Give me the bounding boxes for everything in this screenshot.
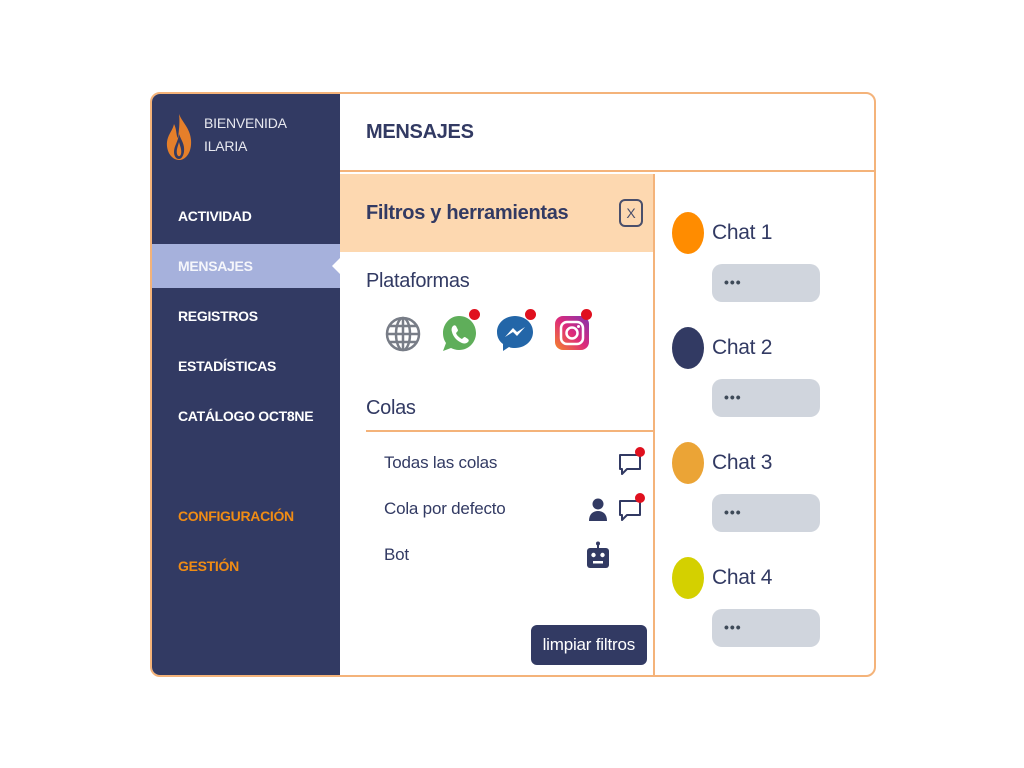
instagram-notification-badge xyxy=(581,309,592,320)
platforms-title: Plataformas xyxy=(366,270,470,292)
chat-item[interactable]: Chat 1 ••• xyxy=(672,212,852,312)
sidebar-item-estadisticas[interactable]: ESTADÍSTICAS xyxy=(152,344,340,388)
sidebar-item-catalogo[interactable]: CATÁLOGO OCT8NE xyxy=(152,394,340,438)
chat-name: Chat 4 xyxy=(712,566,773,589)
chat-list: Chat 1 ••• Chat 2 ••• Chat 3 ••• Chat 4 … xyxy=(655,174,874,675)
sidebar-item-mensajes[interactable]: MENSAJES xyxy=(152,244,340,288)
app-window: BIENVENIDA ILARIA ACTIVIDAD MENSAJES REG… xyxy=(150,92,876,677)
queues-title: Colas xyxy=(366,397,653,432)
sidebar-nav: ACTIVIDAD MENSAJES REGISTROS ESTADÍSTICA… xyxy=(152,194,340,594)
chat-avatar xyxy=(672,327,704,369)
sidebar-item-actividad[interactable]: ACTIVIDAD xyxy=(152,194,340,238)
brand: BIENVENIDA ILARIA xyxy=(164,112,287,162)
chat-avatar xyxy=(672,442,704,484)
queue-label: Bot xyxy=(384,545,409,564)
sidebar: BIENVENIDA ILARIA ACTIVIDAD MENSAJES REG… xyxy=(152,94,340,675)
queue-notification-badge xyxy=(635,493,645,503)
chat-preview: ••• xyxy=(712,494,820,532)
chat-preview: ••• xyxy=(712,609,820,647)
chat-preview: ••• xyxy=(712,379,820,417)
chat-avatar xyxy=(672,557,704,599)
platform-whatsapp[interactable] xyxy=(440,309,480,353)
close-filters-button[interactable]: X xyxy=(619,199,643,227)
globe-icon xyxy=(385,316,421,352)
platform-instagram[interactable] xyxy=(552,309,592,353)
chat-name: Chat 1 xyxy=(712,221,773,244)
greeting: BIENVENIDA xyxy=(204,115,287,131)
page-title: MENSAJES xyxy=(340,94,874,172)
queues-list: Todas las colas Cola por defecto Bot xyxy=(340,440,653,578)
main-content: MENSAJES Filtros y herramientas X Plataf… xyxy=(340,94,874,675)
robot-icon xyxy=(585,541,611,569)
chat-name: Chat 2 xyxy=(712,336,773,359)
chat-item[interactable]: Chat 4 ••• xyxy=(672,557,852,657)
sidebar-item-registros[interactable]: REGISTROS xyxy=(152,294,340,338)
user-icon xyxy=(585,495,611,523)
flame-icon xyxy=(166,114,192,160)
queue-item[interactable]: Bot xyxy=(340,532,653,578)
platform-messenger[interactable] xyxy=(496,309,536,353)
chat-bubble-icon xyxy=(617,493,645,523)
sidebar-item-gestion[interactable]: GESTIÓN xyxy=(152,544,340,588)
queue-label: Cola por defecto xyxy=(384,499,506,518)
chat-item[interactable]: Chat 3 ••• xyxy=(672,442,852,542)
whatsapp-notification-badge xyxy=(469,309,480,320)
platform-web[interactable] xyxy=(384,311,422,353)
queue-notification-badge xyxy=(635,447,645,457)
chat-bubble-icon xyxy=(617,447,645,477)
messenger-notification-badge xyxy=(525,309,536,320)
platforms-list xyxy=(340,309,653,353)
sidebar-item-configuracion[interactable]: CONFIGURACIÓN xyxy=(152,494,340,538)
queue-label: Todas las colas xyxy=(384,453,498,472)
queue-item[interactable]: Cola por defecto xyxy=(340,486,653,532)
chat-preview: ••• xyxy=(712,264,820,302)
user-name: ILARIA xyxy=(204,138,248,154)
filters-title: Filtros y herramientas xyxy=(366,201,569,224)
chat-name: Chat 3 xyxy=(712,451,773,474)
queue-item[interactable]: Todas las colas xyxy=(340,440,653,486)
clear-filters-button[interactable]: limpiar filtros xyxy=(530,625,647,665)
chat-avatar xyxy=(672,212,704,254)
filters-panel: Filtros y herramientas X Plataformas Col… xyxy=(340,174,655,675)
chat-item[interactable]: Chat 2 ••• xyxy=(672,327,852,427)
filters-header: Filtros y herramientas X xyxy=(340,174,653,252)
